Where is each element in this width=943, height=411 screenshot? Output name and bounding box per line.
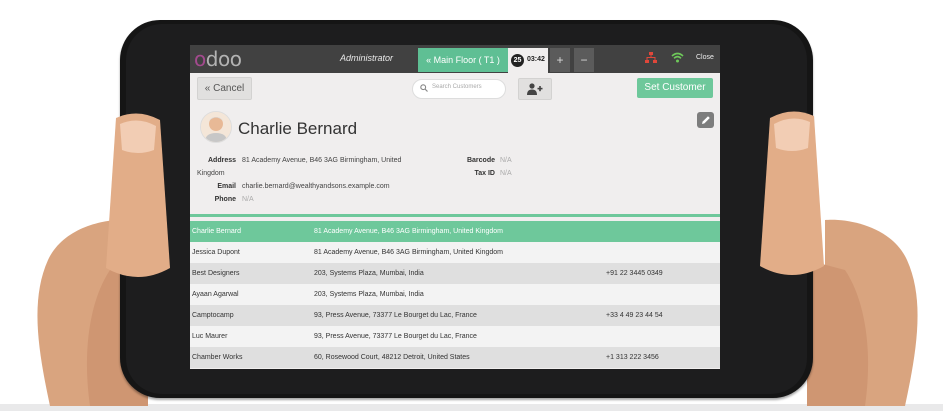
main-floor-button[interactable]: « Main Floor ( T1 ) bbox=[418, 48, 508, 72]
pos-screen: odoo Administrator « Main Floor ( T1 ) 2… bbox=[190, 45, 720, 369]
customer-row-name: Camptocamp bbox=[192, 312, 234, 319]
customer-row-name: Luc Maurer bbox=[192, 333, 228, 340]
customer-row-name: Chamber Works bbox=[192, 354, 243, 361]
customer-row[interactable]: Ayaan Agarwal 203, Systems Plaza, Mumbai… bbox=[190, 284, 720, 305]
customer-list: Charlie Bernard 81 Academy Avenue, B46 3… bbox=[190, 221, 720, 368]
add-customer-button[interactable] bbox=[518, 78, 552, 100]
customer-row[interactable]: Chamber Works 60, Rosewood Court, 48212 … bbox=[190, 347, 720, 368]
add-order-button[interactable]: + bbox=[550, 48, 570, 72]
address-label: Address bbox=[207, 157, 236, 164]
customer-row-phone: +33 4 49 23 44 54 bbox=[606, 312, 663, 319]
right-thumb bbox=[760, 111, 824, 275]
customer-row-name: Jessica Dupont bbox=[192, 249, 240, 256]
customer-row-address: 81 Academy Avenue, B46 3AG Birmingham, U… bbox=[314, 228, 503, 235]
taxid-value: N/A bbox=[500, 170, 512, 177]
customer-row-name: Charlie Bernard bbox=[192, 228, 242, 235]
search-icon bbox=[420, 84, 428, 92]
search-placeholder: Search Customers bbox=[432, 84, 482, 90]
customer-row[interactable]: Camptocamp 93, Press Avenue, 73377 Le Bo… bbox=[190, 305, 720, 326]
customer-row[interactable]: Charlie Bernard 81 Academy Avenue, B46 3… bbox=[190, 221, 720, 242]
phone-label: Phone bbox=[214, 196, 236, 203]
address-value-line2: Kingdom bbox=[197, 170, 225, 177]
add-user-icon bbox=[527, 83, 543, 95]
address-value-line1: 81 Academy Avenue, B46 3AG Birmingham, U… bbox=[242, 157, 402, 164]
details-divider bbox=[190, 214, 720, 217]
customer-row-name: Best Designers bbox=[192, 270, 240, 277]
left-thumb bbox=[106, 113, 170, 277]
customer-avatar bbox=[200, 111, 232, 143]
set-customer-button[interactable]: Set Customer bbox=[637, 78, 713, 98]
barcode-label: Barcode bbox=[466, 157, 495, 164]
email-label: Email bbox=[217, 183, 236, 190]
top-bar: odoo Administrator « Main Floor ( T1 ) 2… bbox=[190, 45, 720, 73]
customer-row-address: 93, Press Avenue, 73377 Le Bourget du La… bbox=[314, 333, 477, 340]
customer-name: Charlie Bernard bbox=[238, 119, 358, 138]
customer-row[interactable]: Jessica Dupont 81 Academy Avenue, B46 3A… bbox=[190, 242, 720, 263]
user-name: Administrator bbox=[340, 53, 394, 63]
cancel-button[interactable]: « Cancel bbox=[197, 77, 252, 100]
order-tab[interactable]: 25 03:42 bbox=[508, 48, 548, 73]
customer-row-address: 81 Academy Avenue, B46 3AG Birmingham, U… bbox=[314, 249, 503, 256]
search-customers-input[interactable]: Search Customers bbox=[412, 79, 506, 99]
close-button[interactable]: Close bbox=[696, 54, 714, 61]
phone-value: N/A bbox=[242, 196, 254, 203]
odoo-logo: odoo bbox=[194, 47, 242, 71]
order-time: 03:42 bbox=[527, 56, 545, 63]
customer-row-address: 203, Systems Plaza, Mumbai, India bbox=[314, 291, 424, 298]
taxid-label: Tax ID bbox=[474, 170, 496, 177]
wifi-icon[interactable] bbox=[671, 52, 684, 63]
barcode-value: N/A bbox=[500, 157, 512, 164]
customer-row[interactable]: Luc Maurer 93, Press Avenue, 73377 Le Bo… bbox=[190, 326, 720, 347]
customer-row-name: Ayaan Agarwal bbox=[192, 291, 239, 298]
order-number-badge: 25 bbox=[511, 54, 524, 67]
customer-row-address: 203, Systems Plaza, Mumbai, India bbox=[314, 270, 424, 277]
remove-order-button[interactable]: − bbox=[574, 48, 594, 72]
email-value: charlie.bernard@wealthyandsons.example.c… bbox=[242, 183, 390, 190]
customer-row-address: 60, Rosewood Court, 48212 Detroit, Unite… bbox=[314, 354, 470, 361]
network-icon[interactable] bbox=[645, 52, 657, 65]
customer-row-phone: +91 22 3445 0349 bbox=[606, 270, 663, 277]
customer-row-address: 93, Press Avenue, 73377 Le Bourget du La… bbox=[314, 312, 477, 319]
customer-row-phone: +1 313 222 3456 bbox=[606, 354, 659, 361]
edit-customer-button[interactable] bbox=[697, 112, 714, 128]
pencil-icon bbox=[702, 116, 710, 124]
customer-row[interactable]: Best Designers 203, Systems Plaza, Mumba… bbox=[190, 263, 720, 284]
